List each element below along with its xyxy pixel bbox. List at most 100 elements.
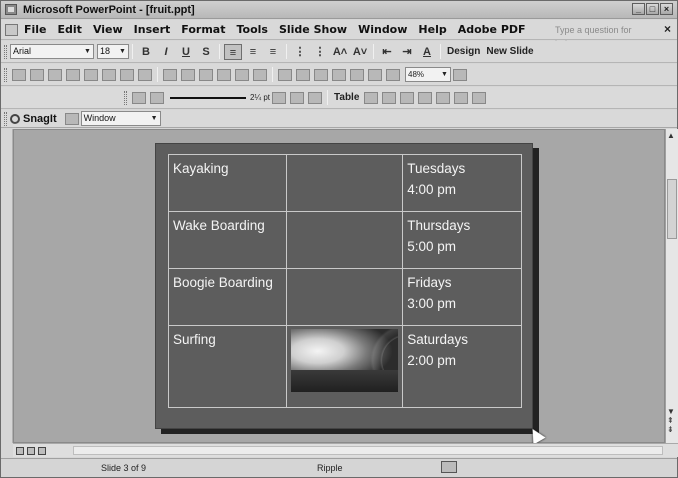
align-top-icon[interactable] [400, 91, 415, 104]
normal-view-icon[interactable] [16, 446, 24, 455]
menu-view[interactable]: View [93, 23, 123, 36]
insert-chart-icon[interactable] [278, 68, 292, 81]
snagit-button[interactable]: SnagIt [23, 113, 57, 125]
menu-help[interactable]: Help [418, 23, 446, 36]
align-center-icon[interactable]: ≡ [244, 44, 262, 60]
document-close-icon[interactable]: × [664, 22, 671, 36]
redo-icon[interactable] [253, 68, 267, 81]
activity-cell[interactable]: Wake Boarding [168, 211, 287, 270]
print-icon[interactable] [84, 68, 98, 81]
schedule-table[interactable]: Kayaking Tuesdays 4:00 pm Wake Boarding … [168, 153, 522, 408]
expand-all-icon[interactable] [350, 68, 364, 81]
italic-button[interactable]: I [157, 44, 175, 60]
eraser-icon[interactable] [150, 91, 164, 104]
horizontal-scrollbar[interactable] [73, 446, 663, 455]
menu-insert[interactable]: Insert [134, 23, 171, 36]
center-vertically-icon[interactable] [418, 91, 433, 104]
image-cell[interactable] [285, 153, 404, 213]
paste-icon[interactable] [199, 68, 213, 81]
minimize-button[interactable]: _ [632, 3, 645, 15]
border-color-icon[interactable] [272, 91, 287, 104]
font-color-button[interactable]: A [418, 44, 436, 60]
schedule-cell[interactable]: Saturdays 2:00 pm [402, 325, 522, 408]
close-button[interactable]: × [660, 3, 673, 15]
spelling-status-icon[interactable] [441, 461, 457, 473]
capture-icon[interactable] [64, 112, 79, 125]
hyperlink-icon[interactable] [332, 68, 346, 81]
scroll-up-icon[interactable]: ▲ [667, 131, 675, 140]
ask-question-input[interactable]: Type a question for help [555, 23, 651, 49]
open-icon[interactable] [30, 68, 44, 81]
permission-icon[interactable] [66, 68, 80, 81]
new-icon[interactable] [12, 68, 26, 81]
print-preview-icon[interactable] [102, 68, 116, 81]
image-cell[interactable] [285, 325, 404, 408]
scrollbar-thumb[interactable] [667, 179, 677, 239]
merge-cells-icon[interactable] [364, 91, 379, 104]
copy-icon[interactable] [181, 68, 195, 81]
save-icon[interactable] [48, 68, 62, 81]
snagit-icon[interactable] [10, 113, 20, 124]
draw-table-icon[interactable] [132, 91, 146, 104]
help-icon[interactable] [453, 68, 467, 81]
menu-format[interactable]: Format [181, 23, 225, 36]
spelling-icon[interactable] [120, 68, 134, 81]
slide-show-view-icon[interactable] [38, 446, 46, 455]
image-cell[interactable] [285, 268, 404, 327]
bullets-icon[interactable]: ⋮ [311, 44, 329, 60]
schedule-cell[interactable]: Tuesdays 4:00 pm [402, 153, 522, 213]
design-button[interactable]: Design [447, 46, 480, 57]
show-formatting-icon[interactable] [368, 68, 382, 81]
maximize-button[interactable]: □ [646, 3, 659, 15]
format-painter-icon[interactable] [217, 68, 231, 81]
undo-icon[interactable] [235, 68, 249, 81]
menu-slide-show[interactable]: Slide Show [279, 23, 347, 36]
menu-file[interactable]: File [24, 23, 47, 36]
underline-button[interactable]: U [177, 44, 195, 60]
decrease-indent-icon[interactable]: ⇤ [378, 44, 396, 60]
numbering-icon[interactable]: ⋮ [291, 44, 309, 60]
toolbar-grip[interactable] [4, 111, 7, 126]
align-bottom-icon[interactable] [436, 91, 451, 104]
slide-canvas[interactable]: Kayaking Tuesdays 4:00 pm Wake Boarding … [155, 143, 533, 429]
align-right-icon[interactable]: ≡ [264, 44, 282, 60]
toolbar-grip[interactable] [124, 90, 127, 105]
menu-adobe-pdf[interactable]: Adobe PDF [458, 23, 526, 36]
align-left-icon[interactable]: ≡ [224, 43, 242, 60]
image-cell[interactable] [285, 211, 404, 270]
activity-cell[interactable]: Surfing [168, 325, 287, 408]
split-cell-icon[interactable] [382, 91, 397, 104]
menu-tools[interactable]: Tools [236, 23, 267, 36]
scroll-down-icon[interactable]: ▼ ⇞ ⇟ [667, 407, 675, 434]
table-menu-button[interactable]: Table [334, 92, 359, 103]
distribute-columns-icon[interactable] [472, 91, 487, 104]
research-icon[interactable] [138, 68, 152, 81]
cut-icon[interactable] [163, 68, 177, 81]
toolbar-grip[interactable] [4, 67, 7, 82]
bold-button[interactable]: B [137, 44, 155, 60]
border-style-select[interactable] [170, 96, 246, 99]
activity-cell[interactable]: Kayaking [168, 153, 287, 213]
schedule-cell[interactable]: Thursdays 5:00 pm [402, 211, 522, 270]
distribute-rows-icon[interactable] [454, 91, 469, 104]
surfing-wave-photo[interactable] [290, 329, 399, 393]
powerpoint-app-icon[interactable] [5, 4, 17, 15]
document-icon[interactable] [5, 23, 18, 36]
menu-edit[interactable]: Edit [58, 23, 82, 36]
slide-sorter-view-icon[interactable] [27, 446, 35, 455]
shadow-button[interactable]: S [197, 44, 215, 60]
increase-indent-icon[interactable]: ⇥ [398, 44, 416, 60]
menu-window[interactable]: Window [358, 23, 407, 36]
decrease-font-button[interactable]: A˅ [351, 44, 369, 60]
tables-borders-icon[interactable] [314, 68, 328, 81]
font-name-select[interactable]: Arial ▼ [10, 44, 94, 59]
capture-mode-select[interactable]: Window ▼ [80, 111, 161, 126]
font-size-select[interactable]: 18 ▼ [97, 44, 129, 59]
activity-cell[interactable]: Boogie Boarding [168, 268, 287, 327]
new-slide-button[interactable]: New Slide [486, 46, 533, 57]
toolbar-grip[interactable] [4, 44, 7, 59]
outside-borders-icon[interactable] [290, 91, 305, 104]
border-width-select[interactable]: 2¼ pt [250, 93, 270, 102]
insert-table-icon[interactable] [296, 68, 310, 81]
vertical-scrollbar[interactable]: ▲ ▼ ⇞ ⇟ [665, 129, 678, 443]
